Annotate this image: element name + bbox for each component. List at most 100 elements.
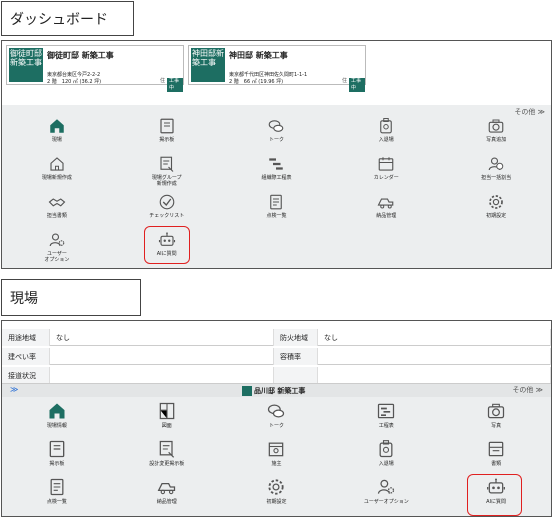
menu-item-board[interactable]: 掲示板 (2, 439, 112, 467)
dashboard-caption-text: ダッシュボード (10, 11, 108, 28)
entry-icon (376, 439, 396, 459)
info-label (274, 367, 318, 384)
menu-item-label: 点検一覧 (266, 213, 287, 219)
menu-item-inspection[interactable]: 点検一覧 (222, 193, 332, 219)
schedule-icon (376, 401, 396, 421)
document-icon (486, 439, 506, 459)
status-badge: 工事中 (349, 78, 365, 92)
ai-question-highlight (467, 474, 522, 516)
menu-item-gantt[interactable]: 組織際工程表 (222, 155, 332, 181)
menu-item-entry[interactable]: 入退場 (331, 439, 441, 467)
menu-item-board[interactable]: 掲示板 (112, 117, 222, 143)
menu-item-gear[interactable]: 初期設定 (441, 193, 551, 219)
genba-caption-text: 現場 (10, 290, 38, 307)
menu-item-home[interactable]: 現場 (2, 117, 112, 143)
gear-icon (266, 477, 286, 497)
owner-icon (266, 439, 286, 459)
home-icon (47, 401, 67, 421)
site-card-okachimachi[interactable]: 御徒町邸新築工事 御徒町邸 新築工事 東京都台東区今戸2-2-2 2 階 120… (6, 45, 184, 92)
new-board-icon (157, 439, 177, 459)
menu-item-truck[interactable]: 納品管理 (331, 193, 441, 219)
menu-item-label: 図面 (161, 423, 172, 429)
site-title-bar: ≫ 品川邸 新築工事 その他 ≫ (2, 383, 551, 397)
menu-item-user-option[interactable]: ユーザー オプション (2, 231, 112, 263)
site-thumbnail: 神田邸新築工事 (191, 48, 225, 82)
menu-item-camera[interactable]: 写真 (441, 401, 551, 429)
menu-item-gear[interactable]: 初期設定 (222, 477, 332, 505)
more-toggle[interactable]: その他 ≫ (512, 385, 543, 395)
menu-item-handshake[interactable]: 担当書類 (2, 193, 112, 219)
inspection-icon (47, 477, 67, 497)
handshake-icon (48, 193, 66, 211)
menu-item-label: 施主 (271, 461, 282, 467)
dashboard-menu-grid: 現場 掲示板 トーク 入退場 写真追加現場新規作成 現場グループ 新規作成 組織際工程表 カレ… (2, 117, 551, 267)
menu-item-entry[interactable]: 入退場 (331, 117, 441, 143)
ai-question-highlight (144, 226, 190, 264)
camera-icon (486, 401, 506, 421)
camera-icon (487, 117, 505, 135)
menu-item-schedule[interactable]: 工程表 (331, 401, 441, 429)
chat-icon (266, 401, 286, 421)
menu-item-assign[interactable]: 担当一括割当 (441, 155, 551, 181)
residence-badge: 住 (160, 78, 166, 84)
menu-item-new-site[interactable]: 現場新規作成 (2, 155, 112, 181)
menu-item-check[interactable]: チェックリスト (112, 193, 222, 219)
menu-item-home[interactable]: 現場情報 (2, 401, 112, 429)
entry-icon (377, 117, 395, 135)
menu-item-owner[interactable]: 施主 (222, 439, 332, 467)
menu-item-document[interactable]: 書類 (441, 439, 551, 467)
menu-item-label: トーク (268, 423, 284, 429)
genba-caption: 現場 (1, 279, 141, 316)
site-info-table: 用途地域 なし 防火地域 なし 建ぺい率 容積率 接道状況 (2, 329, 551, 389)
dashboard-window: 御徒町邸新築工事 御徒町邸 新築工事 東京都台東区今戸2-2-2 2 階 120… (1, 40, 552, 269)
site-card-kanda[interactable]: 神田邸新築工事 神田邸 新築工事 東京都千代田区神田佐久間町1-1-1 2 階 … (188, 45, 366, 92)
menu-item-label: ユーザー オプション (44, 251, 70, 263)
info-row: 用途地域 なし 防火地域 なし (2, 329, 551, 346)
inspection-icon (267, 193, 285, 211)
site-card-title: 御徒町邸 新築工事 (47, 51, 114, 60)
gantt-icon (267, 155, 285, 173)
info-label: 接道状況 (2, 367, 50, 384)
dashboard-caption: ダッシュボード (1, 1, 134, 36)
menu-item-label: チェックリスト (149, 213, 185, 219)
menu-item-label: 現場情報 (46, 423, 67, 429)
menu-item-drawing[interactable]: 図面 (112, 401, 222, 429)
menu-item-label: 入退場 (378, 137, 394, 143)
site-thumbnail: 御徒町邸新築工事 (9, 48, 43, 82)
menu-item-user-option[interactable]: ユーザーオプション (331, 477, 441, 505)
drawing-icon (157, 401, 177, 421)
info-row: 建ぺい率 容積率 (2, 348, 551, 365)
menu-item-chat[interactable]: トーク (222, 117, 332, 143)
truck-icon (157, 477, 177, 497)
menu-item-camera[interactable]: 写真追加 (441, 117, 551, 143)
menu-item-label: 担当一括割当 (481, 175, 512, 181)
menu-item-label: カレンダー (373, 175, 399, 181)
more-toggle[interactable]: その他 ≫ (514, 107, 545, 117)
menu-item-inspection[interactable]: 点検一覧 (2, 477, 112, 505)
assign-icon (487, 155, 505, 173)
menu-item-truck[interactable]: 納品管理 (112, 477, 222, 505)
residence-badge: 住 (342, 78, 348, 84)
menu-item-label: 現場グループ 新規作成 (151, 175, 182, 187)
menu-item-label: 掲示板 (49, 461, 65, 467)
menu-item-new-board[interactable]: 設計変更掲示板 (112, 439, 222, 467)
status-badge: 工事中 (167, 78, 183, 92)
check-icon (158, 193, 176, 211)
menu-item-new-board[interactable]: 現場グループ 新規作成 (112, 155, 222, 187)
genba-window: 用途地域 なし 防火地域 なし 建ぺい率 容積率 接道状況 ≫ 品川邸 新築工事 その他 ≫… (1, 320, 552, 517)
site-mini-thumb (242, 386, 252, 396)
board-icon (47, 439, 67, 459)
info-label: 建ぺい率 (2, 348, 50, 365)
menu-item-calendar[interactable]: カレンダー (331, 155, 441, 181)
collapse-chevron-icon[interactable]: ≫ (10, 385, 18, 394)
info-row: 接道状況 (2, 367, 551, 384)
site-card-address: 東京都台東区今戸2-2-2 (47, 72, 101, 78)
menu-item-label: 点検一覧 (46, 499, 67, 505)
menu-item-label: 初期設定 (266, 499, 287, 505)
menu-item-label: 納品管理 (156, 499, 177, 505)
menu-item-label: トーク (268, 137, 284, 143)
info-label: 用途地域 (2, 329, 50, 346)
site-card-title: 神田邸 新築工事 (229, 51, 288, 60)
menu-item-chat[interactable]: トーク (222, 401, 332, 429)
menu-item-label: 現場 (51, 137, 62, 143)
